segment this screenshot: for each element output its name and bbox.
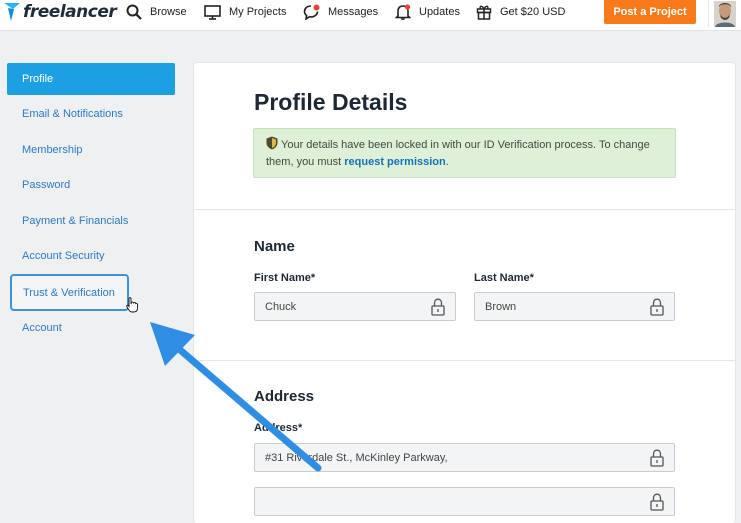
nav-updates-label: Updates: [419, 6, 460, 18]
notice-text-end: .: [445, 156, 449, 168]
nav-messages-label: Messages: [328, 6, 379, 18]
post-project-button[interactable]: Post a Project: [604, 0, 696, 24]
name-section-title: Name: [254, 238, 295, 255]
freelancer-logo[interactable]: freelancer: [4, 0, 117, 24]
section-divider: [194, 360, 735, 361]
gift-icon: [476, 5, 492, 20]
lock-icon: [431, 298, 445, 316]
request-permission-link[interactable]: request permission: [344, 156, 445, 168]
chat-bubble-icon: [303, 4, 320, 20]
sidebar-item-email-notifications[interactable]: Email & Notifications: [7, 98, 175, 130]
search-icon: [126, 4, 142, 20]
nav-browse-label: Browse: [150, 6, 187, 18]
hand-cursor-icon: [126, 297, 138, 313]
sidebar-item-trust-verification[interactable]: Trust & Verification: [10, 274, 129, 311]
sidebar-item-membership[interactable]: Membership: [7, 134, 175, 166]
freelancer-bird-icon: [4, 3, 20, 21]
verification-notice: Your details have been locked in with ou…: [253, 128, 676, 178]
brand-name: freelancer: [23, 2, 117, 22]
address-field[interactable]: #31 Riverdale St., McKinley Parkway,: [254, 443, 675, 472]
user-avatar[interactable]: [708, 0, 741, 27]
sidebar-item-payment-financials[interactable]: Payment & Financials: [7, 205, 175, 237]
top-navigation-bar: freelancer Browse My Projects Messages U…: [0, 0, 741, 31]
address-value: #31 Riverdale St., McKinley Parkway,: [265, 451, 448, 464]
nav-my-projects-label: My Projects: [229, 6, 287, 18]
address-section-title: Address: [254, 388, 315, 405]
first-name-field[interactable]: Chuck: [254, 292, 456, 321]
shield-icon: [266, 136, 278, 150]
lock-icon: [650, 493, 664, 511]
nav-messages[interactable]: Messages: [303, 0, 378, 24]
page-title: Profile Details: [254, 89, 408, 115]
notice-text: Your details have been locked in with ou…: [266, 139, 650, 168]
first-name-label: First Name*: [254, 272, 316, 284]
nav-browse[interactable]: Browse: [126, 0, 187, 24]
address-line-2-field[interactable]: [254, 487, 675, 516]
lock-icon: [650, 298, 664, 316]
user-photo-icon: [714, 0, 736, 27]
sidebar-item-account-security[interactable]: Account Security: [7, 240, 175, 272]
last-name-field[interactable]: Brown: [474, 292, 675, 321]
nav-my-projects[interactable]: My Projects: [204, 0, 286, 24]
nav-get-usd-label: Get $20 USD: [500, 6, 566, 18]
sidebar-item-account[interactable]: Account: [7, 312, 175, 344]
nav-get-usd[interactable]: Get $20 USD: [476, 0, 565, 24]
monitor-icon: [204, 4, 221, 20]
profile-details-card: Profile Details Your details have been l…: [194, 63, 735, 523]
sidebar-item-profile[interactable]: Profile: [7, 63, 175, 95]
nav-updates[interactable]: Updates: [395, 0, 460, 24]
last-name-label: Last Name*: [474, 272, 534, 284]
last-name-value: Brown: [485, 300, 517, 313]
address-label: Address*: [254, 422, 303, 434]
first-name-value: Chuck: [265, 300, 297, 313]
section-divider: [194, 209, 735, 210]
lock-icon: [650, 449, 664, 467]
sidebar-item-password[interactable]: Password: [7, 169, 175, 201]
bell-icon: [395, 4, 411, 20]
